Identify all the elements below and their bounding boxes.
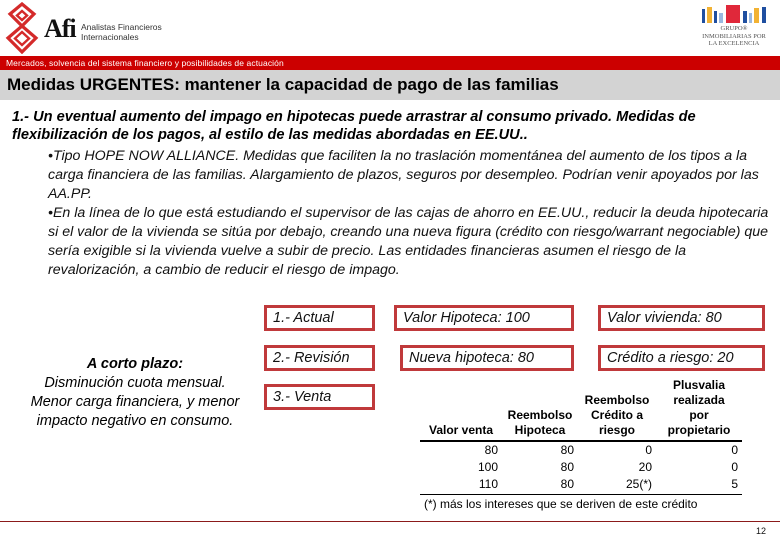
bullet-item: •En la línea de lo que está estudiando e… xyxy=(48,205,769,278)
step-actual-box: 1.- Actual xyxy=(264,305,375,331)
section-band: Mercados, solvencia del sistema financie… xyxy=(0,56,780,70)
short-term-body: Disminución cuota mensual. Menor carga f… xyxy=(30,375,240,429)
short-term-heading: A corto plazo: xyxy=(86,356,184,372)
cell: 20 xyxy=(638,460,652,474)
cell: 5 xyxy=(656,476,742,495)
cell: 0 xyxy=(731,460,738,474)
title-band: Medidas URGENTES: mantener la capacidad … xyxy=(0,70,780,100)
step-revision-box: 2.- Revisión xyxy=(264,345,375,371)
table-row: 110 80 25(*) 5 xyxy=(420,476,742,495)
cell: 80 xyxy=(560,460,574,474)
header-reembolso-hipoteca: Reembolso Hipoteca xyxy=(502,378,578,442)
cell: 25(*) xyxy=(578,476,656,495)
cell: 110 xyxy=(420,476,502,495)
table-row: 80 80 0 0 xyxy=(420,441,742,459)
afi-logo-wordmark: Afi xyxy=(44,14,77,43)
bullet-item: •Tipo HOPE NOW ALLIANCE. Medidas que fac… xyxy=(48,148,759,202)
valor-hipoteca-box: Valor Hipoteca: 100 xyxy=(394,305,574,331)
slide-title: Medidas URGENTES: mantener la capacidad … xyxy=(7,75,559,94)
partner-logo-text: GRUPO® INMOBILIARIAS POR LA EXCELENCIA xyxy=(702,25,766,47)
page-number: 12 xyxy=(755,526,766,536)
cell: 80 xyxy=(502,476,578,495)
table-row: 100 80 20 0 xyxy=(420,459,742,476)
bullet-list: •Tipo HOPE NOW ALLIANCE. Medidas que fac… xyxy=(48,147,776,280)
section-label: Mercados, solvencia del sistema financie… xyxy=(6,58,284,68)
nueva-hipoteca-box: Nueva hipoteca: 80 xyxy=(400,345,574,371)
cell: 100 xyxy=(477,460,498,474)
repayment-table: Valor venta Reembolso Hipoteca Reembolso… xyxy=(420,378,742,495)
header-plusvalia: Plusvalia realizada por propietario xyxy=(656,378,742,442)
lead-paragraph: 1.- Un eventual aumento del impago en hi… xyxy=(12,109,696,143)
footer-divider xyxy=(0,521,780,522)
valor-vivienda-box: Valor vivienda: 80 xyxy=(598,305,765,331)
table-footnote: (*) más los intereses que se deriven de … xyxy=(424,497,698,511)
cell: 80 xyxy=(484,443,498,457)
partner-logo: GRUPO® INMOBILIARIAS POR LA EXCELENCIA xyxy=(694,5,774,49)
cell: 0 xyxy=(645,443,652,457)
table-header-row: Valor venta Reembolso Hipoteca Reembolso… xyxy=(420,378,742,442)
partner-logo-bars-icon xyxy=(702,5,766,23)
credito-riesgo-box: Crédito a riesgo: 20 xyxy=(598,345,765,371)
cell: 80 xyxy=(560,443,574,457)
afi-logo-icon xyxy=(5,2,39,54)
short-term-note: A corto plazo: Disminución cuota mensual… xyxy=(26,355,244,431)
header-reembolso-credito: Reembolso Crédito a riesgo xyxy=(578,378,656,442)
header-valor-venta: Valor venta xyxy=(420,378,502,442)
step-venta-box: 3.- Venta xyxy=(264,384,375,410)
afi-logo-text: Analistas Financieros Internacionales xyxy=(81,22,162,42)
cell: 0 xyxy=(731,443,738,457)
